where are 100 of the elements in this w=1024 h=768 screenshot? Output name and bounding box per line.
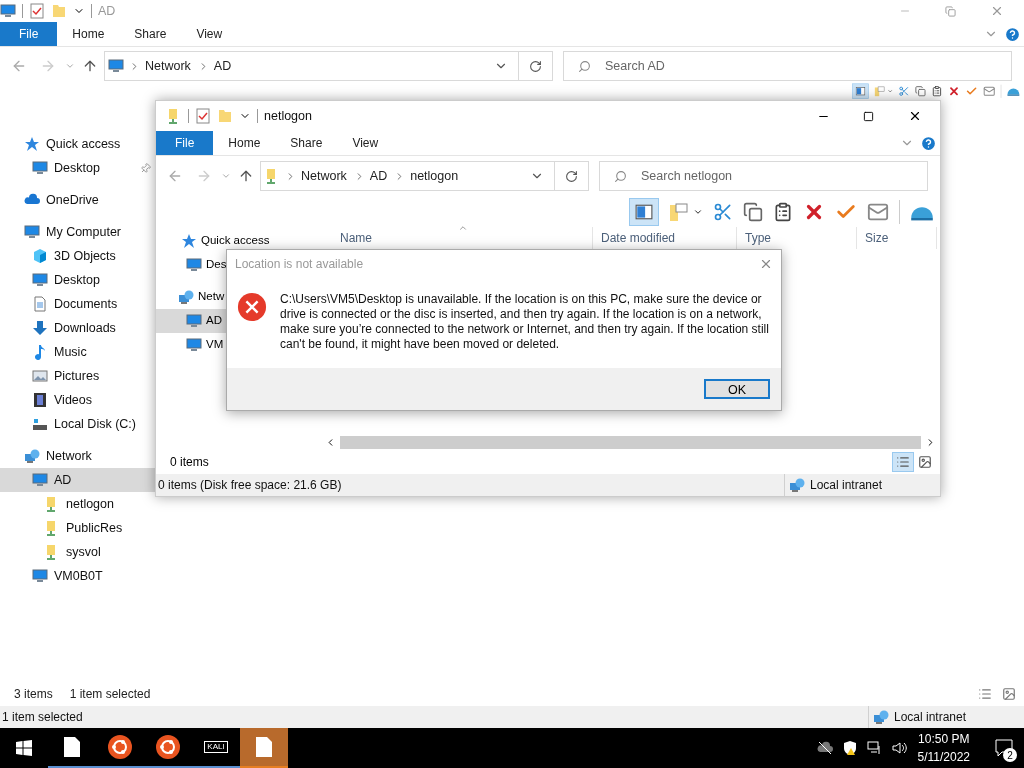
- status-text: 1 item selected: [2, 709, 83, 726]
- sidebar-item[interactable]: PublicRes: [0, 516, 155, 540]
- notification-icon[interactable]: [994, 738, 1014, 758]
- ribbon-tab[interactable]: Share: [275, 131, 338, 155]
- paste-icon[interactable]: [773, 202, 793, 222]
- preview-pane-icon: [635, 203, 653, 221]
- close-icon[interactable]: [908, 109, 922, 123]
- refresh-icon[interactable]: [565, 169, 578, 183]
- monitor-icon: [24, 224, 40, 240]
- preview-pane-button[interactable]: [852, 83, 869, 99]
- cloud-off-icon[interactable]: [816, 740, 833, 756]
- cube-icon: [32, 248, 48, 264]
- sidebar-item[interactable]: Quick access: [0, 132, 155, 156]
- large-icons-view-icon[interactable]: [1002, 687, 1016, 701]
- network-icon[interactable]: [866, 740, 883, 756]
- sidebar-item[interactable]: My Computer: [0, 220, 155, 244]
- star-icon: [24, 136, 40, 152]
- ribbon-tab[interactable]: Home: [213, 131, 276, 155]
- large-icons-view-icon[interactable]: [918, 455, 932, 469]
- zone-label: Local intranet: [810, 477, 884, 494]
- monitor-icon: [32, 568, 48, 584]
- breadcrumb-item[interactable]: Network: [145, 56, 191, 76]
- details-view-button[interactable]: [892, 452, 914, 472]
- monitor-icon: [186, 257, 202, 273]
- copy-icon[interactable]: [743, 202, 763, 222]
- properties-checkmark-icon[interactable]: [195, 108, 211, 124]
- details-view-icon: [896, 455, 910, 469]
- breadcrumb-item[interactable]: AD: [213, 56, 232, 76]
- ribbon-tab[interactable]: Home: [57, 22, 120, 46]
- window-title: netlogon: [264, 107, 312, 125]
- breadcrumb-item[interactable]: AD: [369, 166, 388, 186]
- document-icon: [32, 296, 48, 312]
- maximize-icon[interactable]: [863, 110, 874, 122]
- item-count: 3 items: [14, 686, 53, 703]
- ribbon-tab[interactable]: View: [181, 22, 238, 46]
- breadcrumb-item[interactable]: Network: [301, 166, 347, 186]
- address-bar[interactable]: Network AD: [104, 51, 553, 81]
- ribbon-tab[interactable]: File: [0, 22, 58, 46]
- sidebar-item[interactable]: sysvol: [0, 540, 155, 564]
- sidebar-item[interactable]: Desktop: [0, 268, 155, 292]
- ribbon-tab[interactable]: Share: [119, 22, 182, 46]
- speaker-icon[interactable]: [891, 740, 908, 756]
- help-icon[interactable]: [1004, 25, 1021, 43]
- sidebar-item[interactable]: AD: [0, 468, 155, 492]
- details-view-icon[interactable]: [978, 687, 992, 701]
- dropdown-caret-icon[interactable]: [693, 207, 703, 217]
- disk-drive-icon: [32, 416, 48, 432]
- clock-date[interactable]: 5/11/2022: [917, 748, 970, 766]
- dialog-title: Location is not available: [235, 256, 364, 273]
- search-field[interactable]: Search netlogon: [599, 161, 928, 191]
- clock-time[interactable]: 10:50 PM: [918, 730, 970, 748]
- sidebar-item[interactable]: Des: [156, 253, 232, 277]
- sidebar-item[interactable]: Videos: [0, 388, 155, 412]
- search-icon: [578, 59, 591, 73]
- address-bar[interactable]: Network AD netlogon: [260, 161, 589, 191]
- ok-button[interactable]: OK: [704, 379, 770, 399]
- breadcrumb-item[interactable]: netlogon: [410, 166, 459, 186]
- sidebar-item[interactable]: Quick access: [156, 229, 286, 253]
- search-field[interactable]: Search AD: [563, 51, 1012, 81]
- sort-ascending-icon: [458, 223, 468, 233]
- sidebar-item[interactable]: Network: [0, 444, 155, 468]
- monitor-icon: [186, 313, 202, 329]
- properties-checkmark-icon[interactable]: [29, 3, 45, 19]
- picture-icon: [32, 368, 48, 384]
- sidebar-item[interactable]: VM0B0T: [0, 564, 155, 588]
- column-header[interactable]: Size: [857, 227, 937, 249]
- document-icon: [64, 737, 80, 757]
- sidebar-item[interactable]: VM: [156, 333, 232, 357]
- notification-count: 2: [1003, 748, 1017, 762]
- search-placeholder: Search netlogon: [641, 167, 733, 185]
- sidebar-item[interactable]: Local Disk (C:): [0, 412, 155, 436]
- shield-warning-icon[interactable]: [841, 740, 858, 756]
- document-icon: [256, 737, 272, 757]
- monitor-icon: [0, 3, 16, 19]
- network-icon: [24, 448, 40, 464]
- preview-pane-button[interactable]: [629, 198, 659, 226]
- monitor-icon: [108, 58, 124, 74]
- sidebar-item[interactable]: Documents: [0, 292, 155, 316]
- sidebar-item[interactable]: OneDrive: [0, 188, 155, 212]
- download-arrow-icon: [32, 320, 48, 336]
- ribbon-tab[interactable]: View: [337, 131, 394, 155]
- sidebar-item[interactable]: 3D Objects: [0, 244, 155, 268]
- sidebar-item[interactable]: Pictures: [0, 364, 155, 388]
- sidebar-item[interactable]: Music: [0, 340, 155, 364]
- ubuntu-logo-icon: [108, 735, 132, 759]
- help-icon[interactable]: [920, 134, 937, 152]
- delete-icon[interactable]: [947, 85, 961, 98]
- envelope-icon[interactable]: [867, 201, 889, 223]
- search-icon: [614, 169, 627, 183]
- sidebar-item[interactable]: Downloads: [0, 316, 155, 340]
- windows-logo-icon[interactable]: [16, 740, 32, 756]
- sidebar-item[interactable]: Netw: [156, 285, 232, 309]
- ribbon-tab[interactable]: File: [156, 131, 214, 155]
- cut-icon[interactable]: [713, 202, 733, 222]
- status-text: 0 items (Disk free space: 21.6 GB): [158, 477, 342, 494]
- sidebar-item[interactable]: netlogon: [0, 492, 155, 516]
- sidebar-item[interactable]: Desktop: [0, 156, 155, 180]
- horizontal-scrollbar-thumb[interactable]: [340, 435, 921, 449]
- monitor-icon: [32, 472, 48, 488]
- refresh-icon[interactable]: [529, 59, 542, 73]
